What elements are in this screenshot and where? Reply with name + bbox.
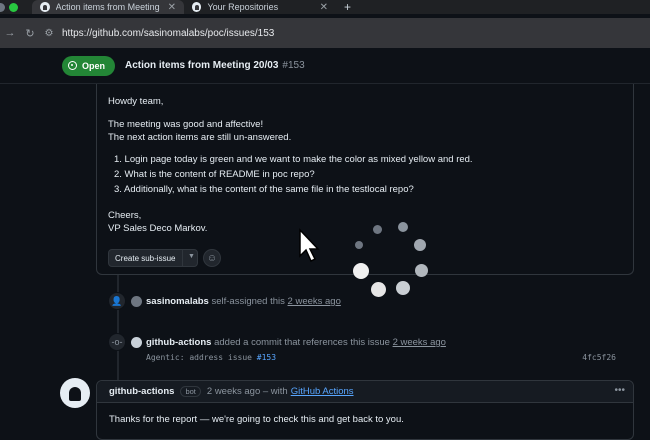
close-icon[interactable]: ✕ bbox=[320, 2, 328, 13]
tab-title: Your Repositories bbox=[207, 2, 279, 12]
app-link[interactable]: GitHub Actions bbox=[291, 386, 354, 397]
browser-tab-bar: Action items from Meeting 20/03 ✕ Your R… bbox=[0, 0, 650, 14]
bot-comment-header: github-actions bot 2 weeks ago – with Gi… bbox=[97, 381, 633, 403]
add-reaction-button[interactable]: ☺ bbox=[203, 249, 221, 267]
event-time[interactable]: 2 weeks ago bbox=[393, 337, 446, 348]
comment-para2: The next action items are still un-answe… bbox=[108, 132, 292, 143]
spinner-dot bbox=[373, 225, 382, 234]
address-bar: → ↻ ⚙ https://github.com/sasinomalabs/po… bbox=[0, 18, 650, 48]
forward-icon[interactable]: → bbox=[0, 27, 20, 39]
list-item: 3. Additionally, what is the content of … bbox=[114, 184, 414, 195]
github-actions-avatar[interactable] bbox=[60, 378, 90, 408]
event-action: self-assigned this bbox=[211, 296, 285, 307]
spinner-dot bbox=[396, 281, 410, 295]
spinner-dot bbox=[353, 263, 369, 279]
site-settings-icon[interactable]: ⚙ bbox=[42, 28, 56, 39]
event-user[interactable]: github-actions bbox=[146, 337, 211, 348]
spinner-dot bbox=[355, 241, 363, 249]
timeline-event-assigned: sasinomalabs self-assigned this 2 weeks … bbox=[131, 296, 341, 307]
commit-issue-link[interactable]: #153 bbox=[257, 353, 276, 362]
spinner-dot bbox=[415, 264, 428, 277]
button-divider bbox=[182, 250, 183, 266]
timeline-event-commit: github-actions added a commit that refer… bbox=[131, 337, 446, 348]
url-field[interactable]: https://github.com/sasinomalabs/poc/issu… bbox=[62, 28, 274, 39]
list-item: 2. What is the content of README in poc … bbox=[114, 169, 315, 180]
comment-greeting: Howdy team, bbox=[108, 96, 164, 107]
mouse-cursor-icon bbox=[299, 228, 320, 263]
spinner-dot bbox=[398, 222, 408, 232]
avatar[interactable] bbox=[131, 337, 142, 348]
smiley-icon: ☺ bbox=[206, 252, 218, 264]
person-icon: 👤 bbox=[108, 292, 126, 310]
tab-repositories[interactable]: Your Repositories ✕ bbox=[184, 0, 336, 14]
issue-open-icon bbox=[68, 61, 77, 70]
event-time[interactable]: 2 weeks ago bbox=[288, 296, 341, 307]
new-tab-icon[interactable]: + bbox=[336, 0, 359, 14]
issue-sticky-header: Open Action items from Meeting 20/03 #15… bbox=[0, 48, 650, 84]
issue-state-label: Open bbox=[82, 60, 106, 71]
commit-row: Agentic: address issue #153 4fc5f26 bbox=[146, 353, 616, 362]
issue-number: #153 bbox=[282, 60, 305, 71]
event-action: added a commit that references this issu… bbox=[214, 337, 390, 348]
list-item: 1. Login page today is green and we want… bbox=[114, 154, 473, 165]
avatar[interactable] bbox=[131, 296, 142, 307]
reload-icon[interactable]: ↻ bbox=[20, 27, 40, 40]
commit-message[interactable]: Agentic: address issue bbox=[146, 353, 252, 362]
github-icon bbox=[192, 2, 202, 12]
issue-title: Action items from Meeting 20/03 bbox=[125, 60, 279, 71]
event-user[interactable]: sasinomalabs bbox=[146, 296, 209, 307]
commit-sha[interactable]: 4fc5f26 bbox=[582, 353, 616, 362]
action-items-list: 1. Login page today is green and we want… bbox=[114, 152, 473, 197]
create-subissue-button[interactable]: Create sub-issue ▼ bbox=[108, 249, 198, 267]
comment-signoff: Cheers, bbox=[108, 210, 142, 221]
tab-title: Action items from Meeting 20/03 bbox=[55, 2, 160, 12]
close-icon[interactable]: ✕ bbox=[168, 2, 176, 13]
commit-message-group: Agentic: address issue #153 bbox=[146, 353, 276, 362]
create-subissue-label: Create sub-issue bbox=[115, 253, 176, 263]
bot-comment: github-actions bot 2 weeks ago – with Gi… bbox=[96, 380, 634, 440]
minimize-dot[interactable] bbox=[0, 2, 5, 12]
bot-comment-body: Thanks for the report — we're going to c… bbox=[109, 414, 404, 425]
github-icon bbox=[40, 2, 50, 12]
comment-signature: VP Sales Deco Markov. bbox=[108, 223, 208, 234]
spinner-dot bbox=[371, 282, 386, 297]
commit-icon: -o- bbox=[108, 333, 126, 351]
tab-issue[interactable]: Action items from Meeting 20/03 ✕ bbox=[32, 0, 184, 14]
spinner-dot bbox=[414, 239, 426, 251]
window-controls bbox=[0, 2, 18, 12]
comment-author[interactable]: github-actions bbox=[109, 386, 174, 397]
comment-para1: The meeting was good and affective! bbox=[108, 119, 264, 130]
chevron-down-icon[interactable]: ▼ bbox=[188, 253, 195, 260]
kebab-menu-icon[interactable]: ••• bbox=[614, 385, 625, 396]
maximize-dot[interactable] bbox=[9, 2, 18, 12]
bot-badge: bot bbox=[180, 386, 201, 397]
issue-state-badge: Open bbox=[62, 55, 116, 76]
timeline-line bbox=[117, 275, 119, 380]
comment-meta: 2 weeks ago – with bbox=[206, 386, 288, 397]
